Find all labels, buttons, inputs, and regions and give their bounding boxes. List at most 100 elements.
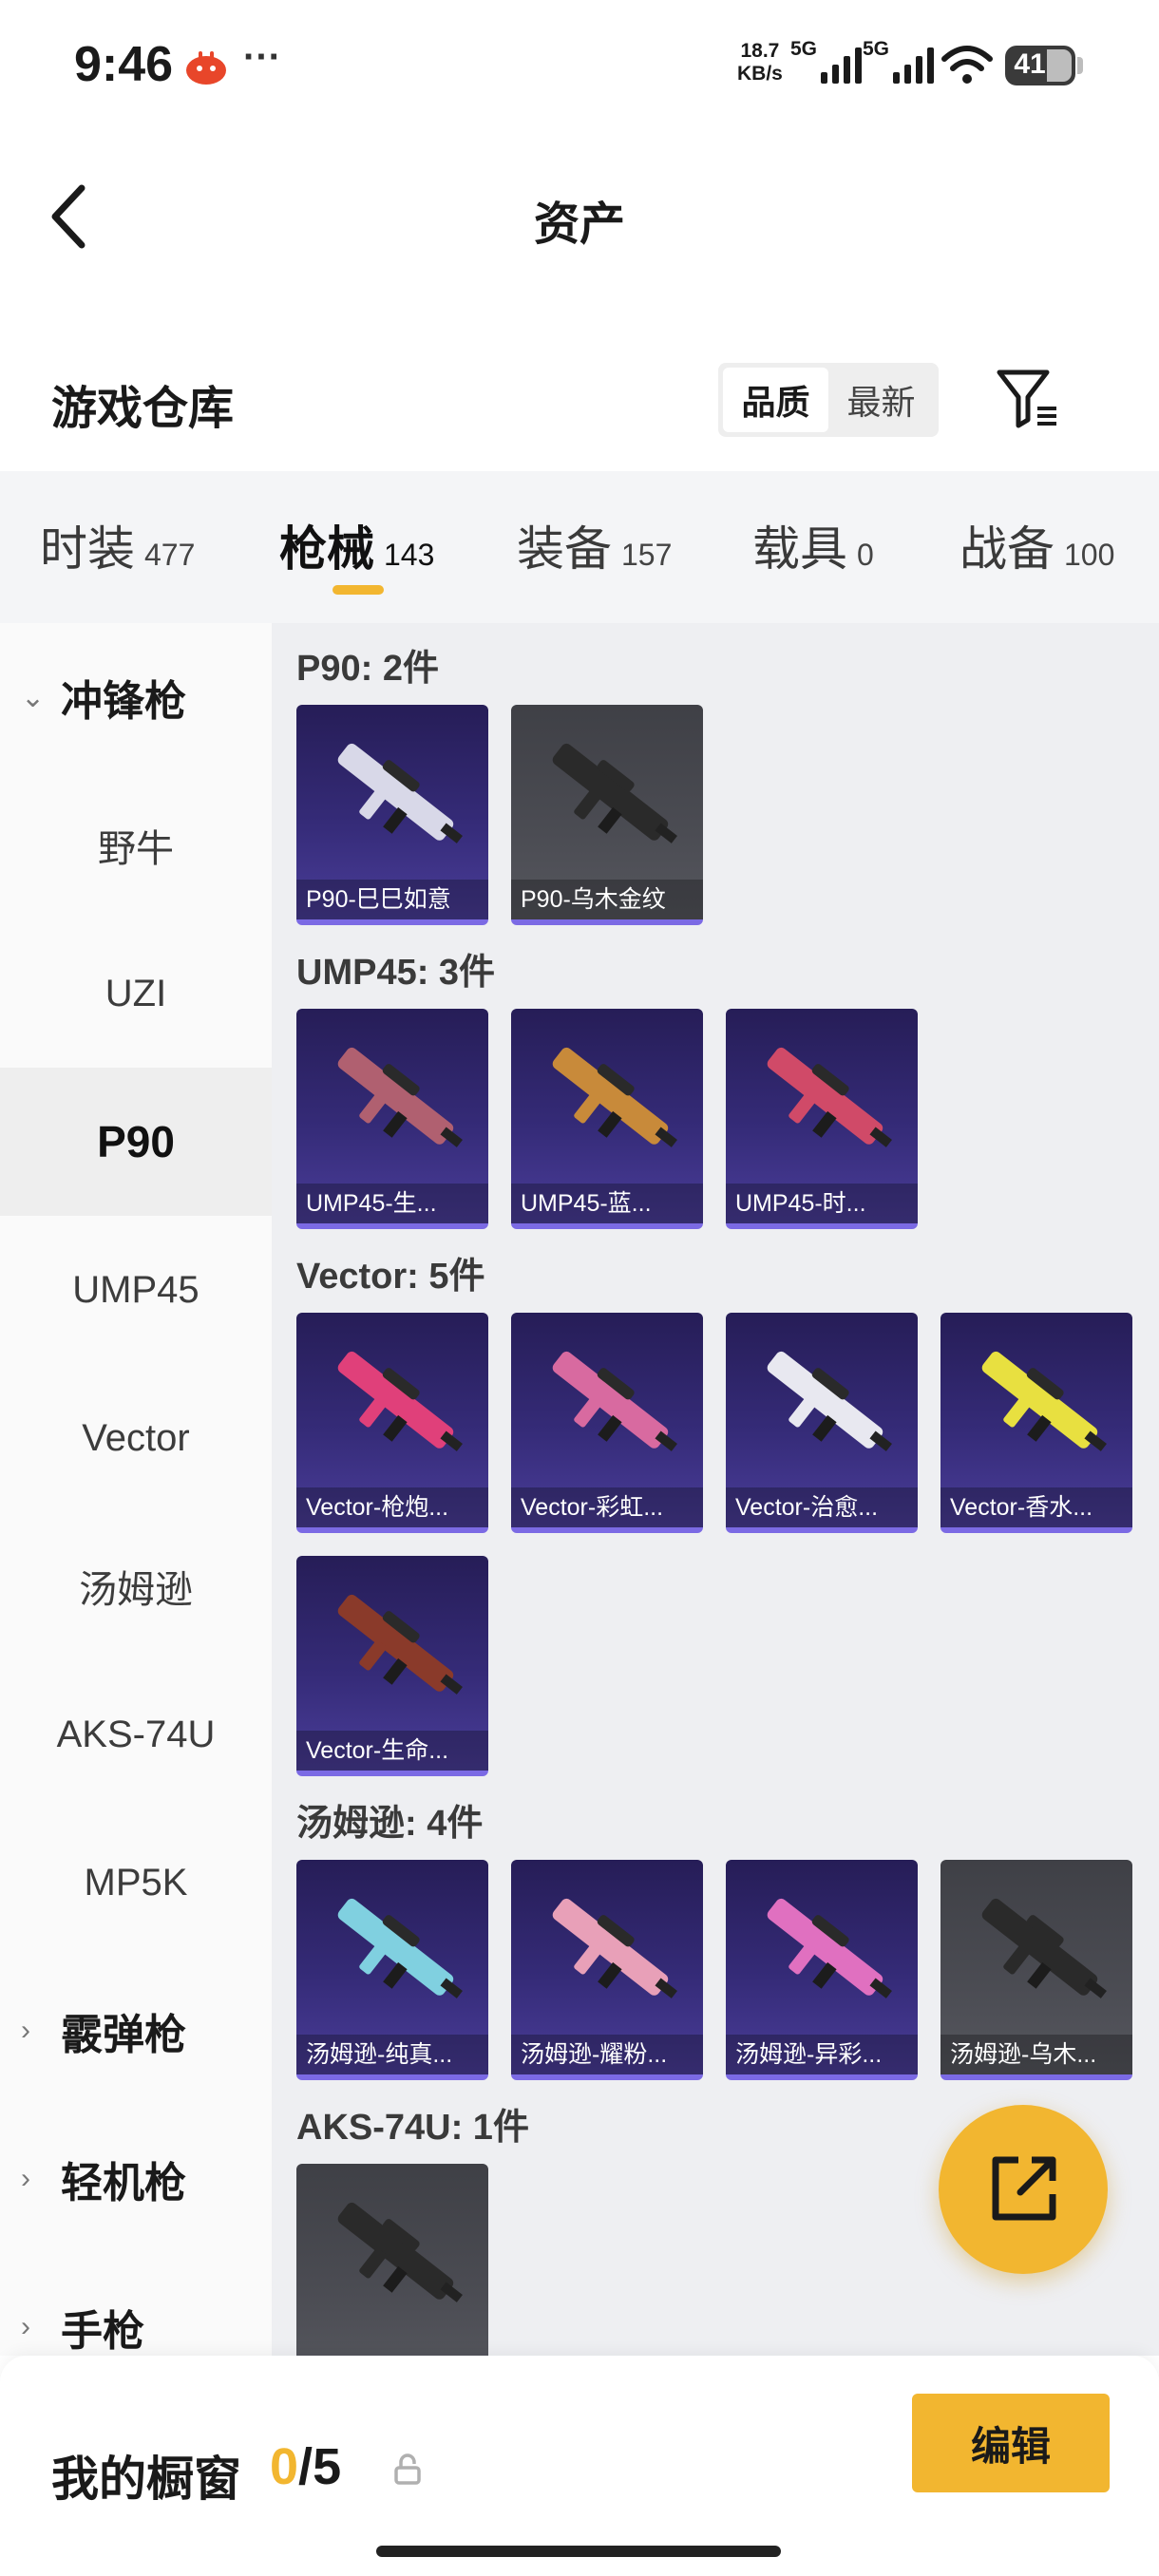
sidebar-item-p90[interactable]: P90	[0, 1068, 272, 1216]
weapon-skin-name: Vector-彩虹...	[511, 1487, 703, 1527]
chevron-right-icon: ›	[21, 2163, 30, 2194]
weapon-skin-name: UMP45-蓝...	[511, 1184, 703, 1223]
sidebar-item-ump45[interactable]: UMP45	[0, 1216, 272, 1364]
weapon-skin-name: P90-乌木金纹	[511, 880, 703, 919]
section-title: AKS-74U: 1件	[296, 2108, 529, 2148]
weapon-skin-name: 汤姆逊-乌木...	[940, 2035, 1132, 2074]
weapon-skin-card[interactable]	[296, 2164, 488, 2356]
weapon-image-icon	[337, 743, 463, 843]
weapon-skin-card[interactable]: Vector-彩虹...	[511, 1313, 703, 1533]
chevron-down-icon: ⌄	[21, 681, 46, 713]
wifi-icon	[941, 46, 993, 84]
tab-count: 100	[1064, 538, 1115, 572]
weapon-skin-card[interactable]: 汤姆逊-乌木...	[940, 1860, 1132, 2080]
status-time: 9:46	[74, 37, 174, 92]
sidebar-item-mp5k[interactable]: MP5K	[0, 1809, 272, 1957]
weapon-skin-card[interactable]: Vector-枪炮...	[296, 1313, 488, 1533]
tab-vehicles[interactable]: 载具 0	[752, 511, 874, 579]
weapon-skin-name: 汤姆逊-异彩...	[726, 2035, 918, 2074]
sort-latest-button[interactable]: 最新	[828, 368, 934, 432]
sidebar-item-label: 手枪	[61, 2308, 144, 2355]
tab-count: 157	[621, 538, 673, 572]
edit-showcase-button[interactable]: 编辑	[912, 2394, 1110, 2492]
tab-firearms[interactable]: 枪械 143	[279, 511, 434, 579]
sidebar-group-lmg[interactable]: › 轻机枪	[0, 2105, 272, 2253]
weapon-skin-card[interactable]: UMP45-生...	[296, 1009, 488, 1229]
speed-unit: KB/s	[737, 63, 783, 85]
weapon-skin-name: UMP45-时...	[726, 1184, 918, 1223]
weapon-image-icon	[552, 743, 677, 843]
weapon-image-icon	[767, 1351, 892, 1451]
tab-equipment[interactable]: 装备 157	[517, 511, 672, 579]
signal-label: 5G	[863, 38, 890, 60]
weapon-skin-card[interactable]: 汤姆逊-异彩...	[726, 1860, 918, 2080]
weapon-skin-name: Vector-香水...	[940, 1487, 1132, 1527]
weapon-image-icon	[337, 1594, 463, 1695]
status-bar: 9:46 ··· 18.7 KB/s 5G 5G 41	[0, 0, 1159, 133]
sidebar-item-bizon[interactable]: 野牛	[0, 771, 272, 919]
showcase-max: 5	[313, 2438, 342, 2495]
section-title: 汤姆逊: 4件	[296, 1804, 484, 1844]
network-speed: 18.7 KB/s	[737, 40, 783, 85]
tab-label: 时装	[40, 522, 135, 576]
sidebar-group-shotgun[interactable]: › 霰弹枪	[0, 1957, 272, 2105]
weapon-image-icon	[337, 1351, 463, 1451]
weapon-skin-card[interactable]: UMP45-时...	[726, 1009, 918, 1229]
weapon-skin-name: 汤姆逊-纯真...	[296, 2035, 488, 2074]
tab-fashion[interactable]: 时装 477	[40, 511, 195, 579]
sort-toggle: 品质 最新	[718, 363, 939, 437]
weapon-skin-name: UMP45-生...	[296, 1184, 488, 1223]
sidebar-item-uzi[interactable]: UZI	[0, 919, 272, 1068]
share-export-button[interactable]	[939, 2105, 1108, 2274]
warehouse-title: 游戏仓库	[51, 384, 235, 434]
weapon-image-icon	[552, 1351, 677, 1451]
battery-level: 41	[1014, 48, 1046, 80]
home-indicator	[376, 2546, 781, 2557]
showcase-separator: /	[298, 2438, 314, 2495]
weapon-skin-card[interactable]: Vector-治愈...	[726, 1313, 918, 1533]
weapon-image-icon	[337, 1898, 463, 1998]
showcase-current: 0	[270, 2438, 299, 2495]
sidebar-item-thompson[interactable]: 汤姆逊	[0, 1512, 272, 1660]
sidebar-item-vector[interactable]: Vector	[0, 1364, 272, 1512]
share-export-icon	[992, 2156, 1056, 2221]
showcase-bar: 我的橱窗 0/5 编辑	[0, 2356, 1159, 2576]
weapon-skin-name: Vector-治愈...	[726, 1487, 918, 1527]
weapon-image-icon	[552, 1898, 677, 1998]
tab-supplies[interactable]: 战备 100	[960, 511, 1114, 579]
weapon-skin-card[interactable]: P90-巳巳如意	[296, 705, 488, 925]
active-tab-indicator	[332, 585, 384, 595]
signal-icon: 5G	[863, 38, 939, 87]
sort-quality-button[interactable]: 品质	[723, 368, 828, 432]
chevron-right-icon: ›	[21, 2015, 30, 2046]
weapon-skin-card[interactable]: P90-乌木金纹	[511, 705, 703, 925]
weapon-grid-panel: P90: 2件 P90-巳巳如意 P90-乌木金纹 UMP45: 3件 UMP45-生.…	[272, 623, 1159, 2356]
weapon-skin-card[interactable]: UMP45-蓝...	[511, 1009, 703, 1229]
sidebar-item-aks74u[interactable]: AKS-74U	[0, 1660, 272, 1809]
showcase-count: 0/5	[270, 2437, 341, 2496]
battery-icon: 41	[1005, 46, 1075, 85]
category-tabs: 时装 477 枪械 143 装备 157 载具 0 战备 100	[0, 471, 1159, 623]
weapon-image-icon	[337, 1047, 463, 1147]
sidebar-group-smg[interactable]: ⌄ 冲锋枪	[0, 623, 272, 771]
weapon-skin-card[interactable]: 汤姆逊-纯真...	[296, 1860, 488, 2080]
weapon-skin-name: Vector-枪炮...	[296, 1487, 488, 1527]
tab-count: 477	[144, 538, 196, 572]
app-notification-icon	[186, 51, 226, 85]
filter-icon[interactable]	[994, 365, 1062, 433]
sidebar-item-label: 霰弹枪	[61, 2012, 186, 2058]
section-title: UMP45: 3件	[296, 953, 496, 993]
weapon-image-icon	[981, 1898, 1107, 1998]
speed-value: 18.7	[740, 40, 780, 62]
lock-icon	[394, 2453, 421, 2485]
showcase-label: 我的橱窗	[51, 2453, 241, 2506]
weapon-skin-card[interactable]: 汤姆逊-耀粉...	[511, 1860, 703, 2080]
tab-label: 装备	[517, 522, 612, 576]
signal-label: 5G	[790, 38, 818, 60]
more-notifications-icon: ···	[243, 36, 281, 78]
weapon-skin-card[interactable]: Vector-生命...	[296, 1556, 488, 1776]
signal-icon: 5G	[790, 38, 866, 87]
weapon-skin-name: 汤姆逊-耀粉...	[511, 2035, 703, 2074]
weapon-skin-card[interactable]: Vector-香水...	[940, 1313, 1132, 1533]
weapon-type-sidebar: ⌄ 冲锋枪 野牛 UZI P90 UMP45 Vector 汤姆逊 AKS-74…	[0, 623, 272, 2356]
